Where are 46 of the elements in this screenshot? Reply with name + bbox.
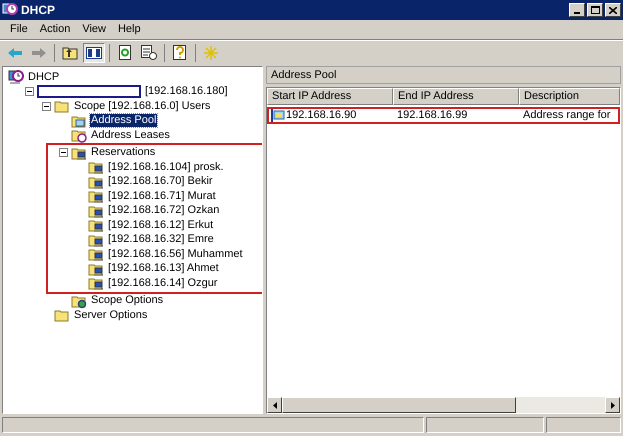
horizontal-scrollbar[interactable]	[267, 397, 620, 413]
tree-item[interactable]: [192.168.16.104] prosk.	[107, 160, 225, 174]
menu-item[interactable]: View	[76, 21, 112, 38]
tree-item[interactable]: [192.168.16.71] Murat	[107, 190, 217, 203]
table-cell-text: Address range for	[523, 108, 610, 124]
tree-item[interactable]: [192.168.16.13] Ahmet	[107, 262, 220, 276]
tree-item[interactable]: [192.168.16.32] Emre	[107, 233, 215, 246]
server-clock-icon	[8, 69, 24, 86]
scroll-left-icon[interactable]	[267, 397, 282, 413]
menu-item[interactable]: Help	[112, 21, 147, 38]
tree-item[interactable]: Server Options	[73, 308, 148, 322]
panel-toggle-icon[interactable]	[83, 42, 105, 62]
column-header[interactable]: Description	[519, 88, 620, 105]
menu-item[interactable]: Action	[34, 21, 76, 38]
tree-item[interactable]: DHCP	[27, 70, 60, 84]
tree-item[interactable]: [192.168.16.56] Muhammet	[107, 248, 244, 261]
scroll-right-icon[interactable]	[605, 397, 620, 413]
tree-item[interactable]: [192.168.16.72] Ozkan	[107, 204, 220, 218]
tree-item[interactable]: [192.168.16.12] Erkut	[107, 218, 214, 232]
menu-item[interactable]: File	[4, 21, 34, 38]
tree-item[interactable]: [192.168.16.70] Bekir	[107, 175, 214, 188]
collapse-icon[interactable]	[42, 102, 51, 111]
scroll-thumb[interactable]	[282, 397, 516, 413]
column-header[interactable]: Start IP Address	[267, 88, 393, 105]
tree-item[interactable]: [192.168.16.180]	[144, 85, 229, 98]
range-icon	[271, 109, 285, 122]
table-cell-text: 192.168.16.90	[286, 108, 356, 124]
close-icon[interactable]	[609, 6, 617, 14]
app-clock-icon	[2, 2, 18, 18]
detail-title: Address Pool	[271, 68, 336, 83]
tree-item[interactable]: Scope [192.168.16.0] Users	[73, 100, 212, 113]
column-header[interactable]: End IP Address	[393, 88, 519, 105]
window-title: DHCP	[21, 2, 56, 19]
tree-item[interactable]: [192.168.16.14] Ozgur	[107, 276, 218, 290]
table-cell-text: 192.168.16.99	[397, 108, 468, 124]
export-list-icon[interactable]	[138, 42, 160, 62]
tree-item[interactable]: Reservations	[90, 146, 156, 160]
tree-item[interactable]: Address Pool	[90, 114, 158, 128]
collapse-icon[interactable]	[25, 87, 34, 96]
minimize-button[interactable]	[569, 3, 585, 17]
maximize-button[interactable]	[587, 3, 603, 17]
tree-item[interactable]: Address Leases	[90, 128, 171, 142]
tree-item[interactable]: Scope Options	[90, 294, 164, 308]
list-row[interactable]: 192.168.16.90 192.168.16.99 Address range for	[267, 107, 620, 124]
close-button[interactable]	[605, 3, 621, 17]
collapse-icon[interactable]	[59, 148, 68, 158]
